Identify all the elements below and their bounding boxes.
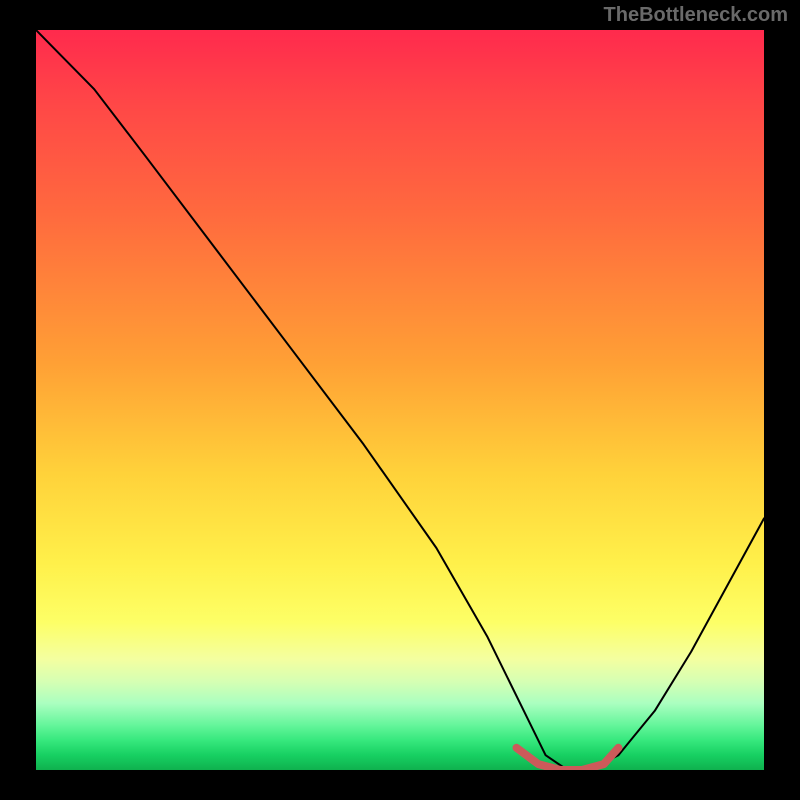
bottleneck-curve-path — [36, 30, 764, 770]
highlight-segment-path — [517, 748, 619, 770]
chart-svg — [36, 30, 764, 770]
watermark-text: TheBottleneck.com — [604, 4, 788, 27]
plot-area — [36, 30, 764, 770]
